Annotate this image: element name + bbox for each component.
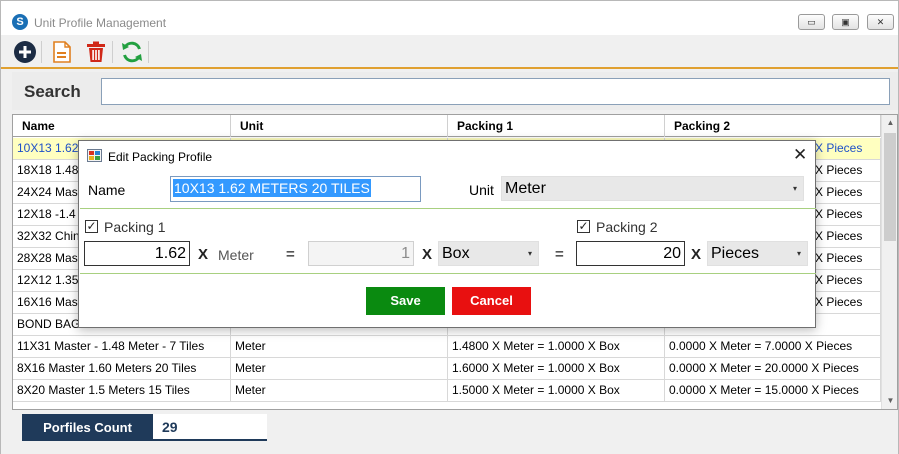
- cell-name: 11X31 Master - 1.48 Meter - 7 Tiles: [13, 336, 231, 358]
- edit-packing-profile-dialog: Edit Packing Profile ✕ Name 10X13 1.62 M…: [78, 140, 816, 328]
- scroll-up-icon[interactable]: ▲: [882, 115, 897, 131]
- delete-icon: [87, 41, 105, 62]
- cell-packing-2: 0.0000 X Meter = 20.0000 X Pieces: [665, 358, 881, 380]
- close-window-button[interactable]: ✕: [867, 14, 894, 30]
- toolbar: [1, 35, 898, 69]
- unit-profile-window: S Unit Profile Management ▭ ▣ ✕ Search N…: [0, 0, 899, 454]
- column-header-packing-2[interactable]: Packing 2: [665, 115, 881, 137]
- packing-2-quantity-input[interactable]: 20: [576, 241, 685, 266]
- dialog-close-icon[interactable]: ✕: [793, 146, 807, 164]
- search-input[interactable]: [101, 78, 890, 105]
- packing-1-checkbox[interactable]: ✓: [85, 220, 98, 233]
- cell-packing-1: 1.5000 X Meter = 1.0000 X Box: [448, 380, 665, 402]
- window-title: Unit Profile Management: [34, 16, 167, 30]
- equals-symbol: =: [286, 246, 295, 263]
- cell-unit: Meter: [231, 336, 448, 358]
- grid-header: Name Unit Packing 1 Packing 2: [13, 115, 881, 137]
- equals-symbol: =: [555, 246, 564, 263]
- unit-label: Unit: [469, 182, 494, 198]
- maximize-button[interactable]: ▣: [832, 14, 859, 30]
- minimize-button[interactable]: ▭: [798, 14, 825, 30]
- profiles-count-value: 29: [153, 414, 267, 441]
- packing-2-checkbox[interactable]: ✓: [577, 220, 590, 233]
- add-icon: [14, 41, 36, 63]
- search-label: Search: [24, 82, 81, 101]
- multiply-symbol: X: [691, 246, 702, 263]
- name-label: Name: [88, 182, 126, 198]
- dialog-divider: [80, 208, 816, 209]
- name-input-selected-text: 10X13 1.62 METERS 20 TILES: [173, 179, 371, 197]
- add-button[interactable]: [12, 39, 38, 65]
- cell-packing-2: 0.0000 X Meter = 7.0000 X Pieces: [665, 336, 881, 358]
- column-header-name[interactable]: Name: [13, 115, 231, 137]
- edit-button[interactable]: [49, 39, 75, 65]
- cell-unit: Meter: [231, 358, 448, 380]
- table-row[interactable]: 8X20 Master 1.5 Meters 15 Tiles Meter 1.…: [13, 380, 881, 402]
- footer: Porfiles Count 29: [1, 411, 898, 454]
- scroll-down-icon[interactable]: ▼: [882, 393, 897, 409]
- cell-name: 8X16 Master 1.60 Meters 20 Tiles: [13, 358, 231, 380]
- window-titlebar: S Unit Profile Management ▭ ▣ ✕: [1, 1, 898, 35]
- chevron-down-icon: ▾: [527, 249, 532, 258]
- packing-1-unit-value: Box: [442, 245, 470, 262]
- chevron-down-icon: ▾: [792, 184, 797, 193]
- column-header-unit[interactable]: Unit: [231, 115, 448, 137]
- column-header-packing-1[interactable]: Packing 1: [448, 115, 665, 137]
- grid-vertical-scrollbar[interactable]: ▲ ▼: [881, 115, 897, 409]
- multiply-symbol: X: [422, 246, 433, 263]
- name-input[interactable]: 10X13 1.62 METERS 20 TILES: [170, 176, 421, 202]
- packing-1-box-quantity-input: 1: [308, 241, 414, 266]
- toolbar-separator: [148, 41, 149, 63]
- dialog-divider: [80, 273, 816, 274]
- chevron-down-icon: ▾: [796, 249, 801, 258]
- toolbar-separator: [41, 41, 42, 63]
- multiply-symbol: X: [198, 246, 209, 263]
- dialog-title: Edit Packing Profile: [108, 150, 213, 164]
- app-logo-icon: S: [12, 14, 28, 30]
- search-bar: Search: [12, 72, 898, 110]
- packing-2-unit-value: Pieces: [711, 245, 760, 262]
- scrollbar-thumb[interactable]: [884, 133, 896, 241]
- packing-2-unit-select[interactable]: Pieces ▾: [707, 241, 808, 266]
- dialog-titlebar: Edit Packing Profile ✕: [79, 141, 815, 170]
- cancel-button[interactable]: Cancel: [452, 287, 531, 315]
- unit-select[interactable]: Meter ▾: [501, 176, 804, 201]
- refresh-button[interactable]: [119, 39, 145, 65]
- packing-1-unit-select[interactable]: Box ▾: [438, 241, 539, 266]
- cell-packing-1: 1.6000 X Meter = 1.0000 X Box: [448, 358, 665, 380]
- table-row[interactable]: 8X16 Master 1.60 Meters 20 Tiles Meter 1…: [13, 358, 881, 380]
- cell-packing-1: 1.4800 X Meter = 1.0000 X Box: [448, 336, 665, 358]
- packing-1-quantity-input[interactable]: 1.62: [84, 241, 190, 266]
- cell-name: 8X20 Master 1.5 Meters 15 Tiles: [13, 380, 231, 402]
- refresh-icon: [122, 41, 142, 63]
- toolbar-separator: [112, 41, 113, 63]
- dialog-app-icon: [87, 149, 102, 162]
- packing-1-unit-text: Meter: [218, 247, 254, 263]
- table-row[interactable]: [13, 402, 881, 409]
- edit-document-icon: [53, 41, 71, 63]
- unit-select-value: Meter: [505, 180, 546, 197]
- save-button[interactable]: Save: [366, 287, 445, 315]
- cell-unit: Meter: [231, 380, 448, 402]
- table-row[interactable]: 11X31 Master - 1.48 Meter - 7 Tiles Mete…: [13, 336, 881, 358]
- cell-packing-2: 0.0000 X Meter = 15.0000 X Pieces: [665, 380, 881, 402]
- delete-button[interactable]: [83, 39, 109, 65]
- packing-1-label: Packing 1: [104, 219, 166, 235]
- profiles-count-label: Porfiles Count: [22, 414, 153, 441]
- packing-2-label: Packing 2: [596, 219, 658, 235]
